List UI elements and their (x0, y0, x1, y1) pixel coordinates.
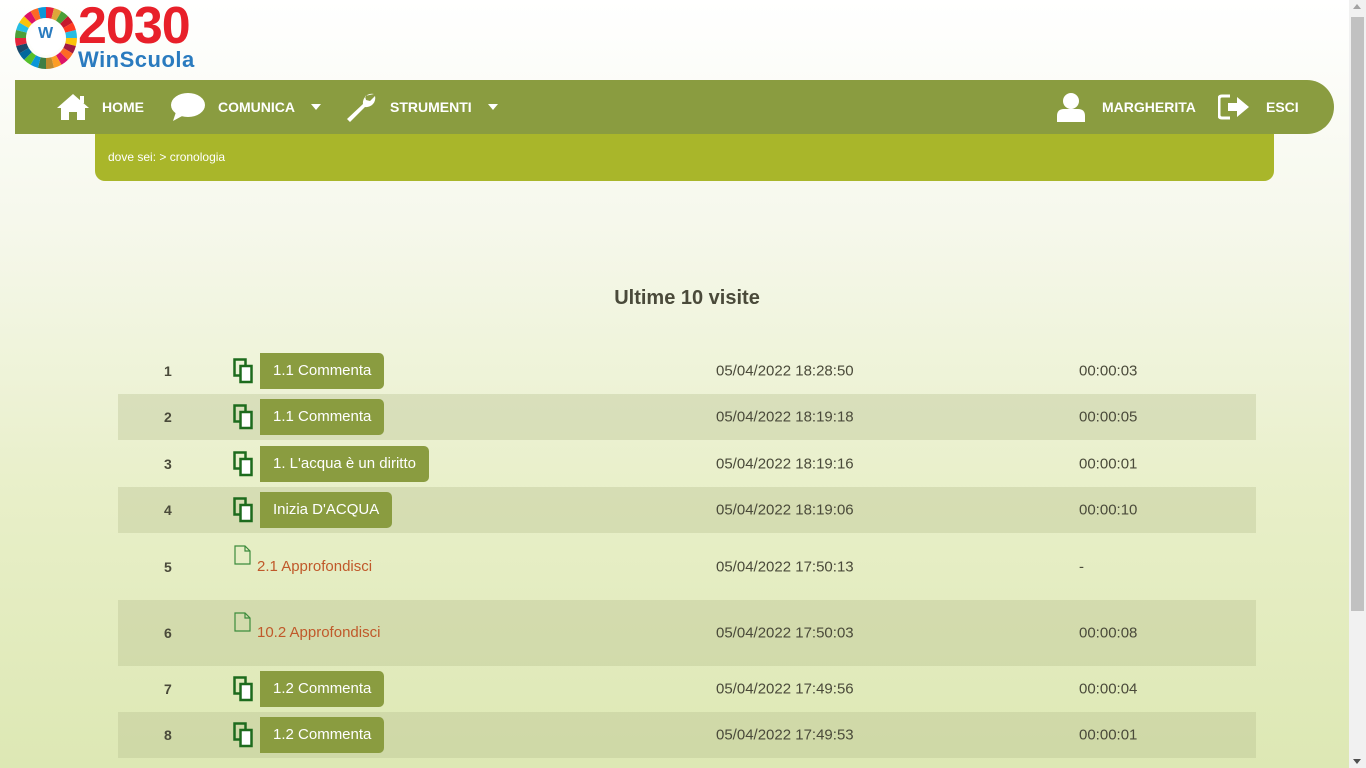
nav-home-label: HOME (102, 99, 144, 115)
copy-icon (233, 450, 253, 476)
user-icon (1057, 93, 1085, 122)
speech-bubble-icon (171, 93, 205, 121)
page-link[interactable]: 10.2 Approfondisci (257, 624, 380, 641)
visit-duration: 00:00:01 (1079, 726, 1138, 744)
scrollbar-thumb[interactable] (1351, 17, 1364, 611)
visit-duration: 00:00:08 (1079, 624, 1138, 642)
visit-duration: 00:00:03 (1079, 362, 1138, 380)
row-number: 6 (164, 625, 172, 641)
visit-date: 05/04/2022 18:19:18 (716, 408, 854, 426)
breadcrumb: dove sei: > cronologia (108, 150, 226, 164)
copy-icon (233, 676, 253, 702)
activity-button[interactable]: 1.2 Commenta (260, 717, 385, 753)
logo-wheel-letter: W (38, 25, 54, 42)
page: W 2030 WinScuola HOME COMUNICA STRUMENTI (0, 0, 1349, 768)
vertical-scrollbar[interactable] (1349, 0, 1366, 768)
wrench-icon (347, 93, 376, 122)
visit-date: 05/04/2022 17:50:13 (716, 558, 854, 575)
copy-icon (233, 358, 253, 384)
visit-date: 05/04/2022 17:50:03 (716, 624, 854, 642)
row-number: 1 (164, 363, 172, 379)
main-navbar: HOME COMUNICA STRUMENTI MARGHERITA ESCI (15, 80, 1334, 134)
row-number: 4 (164, 502, 172, 518)
row-number: 8 (164, 727, 172, 743)
table-row: 1 1.1 Commenta 05/04/2022 18:28:50 00:00:03 (118, 348, 1256, 394)
logo-brand: WinScuola (78, 47, 195, 72)
visit-date: 05/04/2022 18:19:16 (716, 455, 854, 472)
nav-logout-label: ESCI (1266, 99, 1299, 115)
visit-date: 05/04/2022 17:49:56 (716, 680, 854, 698)
nav-strumenti-label: STRUMENTI (390, 99, 472, 115)
nav-strumenti[interactable]: STRUMENTI (344, 80, 498, 134)
breadcrumb-bar: dove sei: > cronologia (95, 134, 1274, 181)
chevron-down-icon (487, 104, 498, 110)
visit-date: 05/04/2022 18:19:06 (716, 501, 854, 519)
logout-icon (1218, 94, 1249, 120)
visit-duration: 00:00:10 (1079, 501, 1138, 519)
table-row: 5 2.1 Approfondisci 05/04/2022 17:50:13 - (118, 533, 1256, 600)
activity-button[interactable]: Inizia D'ACQUA (260, 492, 393, 528)
visit-duration: 00:00:05 (1079, 408, 1138, 426)
nav-user[interactable]: MARGHERITA (1056, 80, 1196, 134)
table-row: 8 1.2 Commenta 05/04/2022 17:49:53 00:00:01 (118, 712, 1256, 758)
activity-button[interactable]: 1. L'acqua è un diritto (260, 445, 429, 482)
table-row: 6 10.2 Approfondisci 05/04/2022 17:50:03 00… (118, 600, 1256, 666)
visit-duration: 00:00:04 (1079, 680, 1138, 698)
copy-icon (233, 722, 253, 748)
visit-duration: - (1079, 558, 1084, 575)
row-number: 3 (164, 455, 172, 472)
copy-icon (233, 497, 253, 523)
page-title: Ultime 10 visite (614, 287, 760, 309)
table-row: 2 1.1 Commenta 05/04/2022 18:19:18 00:00:05 (118, 394, 1256, 440)
page-link[interactable]: 2.1 Approfondisci (257, 558, 372, 575)
table-row: 3 1. L'acqua è un diritto 05/04/2022 18:19… (118, 440, 1256, 487)
nav-comunica-label: COMUNICA (218, 99, 295, 115)
activity-button[interactable]: 1.1 Commenta (260, 353, 385, 389)
activity-button[interactable]: 1.2 Commenta (260, 671, 385, 707)
row-number: 7 (164, 681, 172, 697)
file-icon (234, 612, 251, 632)
winscuola-logo[interactable]: W 2030 WinScuola (14, 0, 214, 74)
activity-button[interactable]: 1.1 Commenta (260, 399, 385, 435)
table-row: 4 Inizia D'ACQUA 05/04/2022 18:19:06 00:00:… (118, 487, 1256, 533)
chevron-down-icon (311, 104, 321, 110)
scroll-up-icon[interactable] (1353, 4, 1361, 9)
nav-home[interactable]: HOME (56, 80, 144, 134)
copy-icon (233, 404, 253, 430)
row-number: 5 (164, 558, 172, 575)
nav-user-label: MARGHERITA (1102, 99, 1196, 115)
file-icon (234, 545, 251, 565)
nav-comunica[interactable]: COMUNICA (170, 80, 321, 134)
home-icon (57, 94, 89, 120)
visit-duration: 00:00:01 (1079, 455, 1138, 472)
visit-date: 05/04/2022 18:28:50 (716, 362, 854, 380)
visit-date: 05/04/2022 17:49:53 (716, 726, 854, 744)
scroll-down-icon[interactable] (1353, 759, 1361, 764)
table-row: 7 1.2 Commenta 05/04/2022 17:49:56 00:00:04 (118, 666, 1256, 712)
row-number: 2 (164, 409, 172, 425)
nav-logout[interactable]: ESCI (1218, 80, 1299, 134)
